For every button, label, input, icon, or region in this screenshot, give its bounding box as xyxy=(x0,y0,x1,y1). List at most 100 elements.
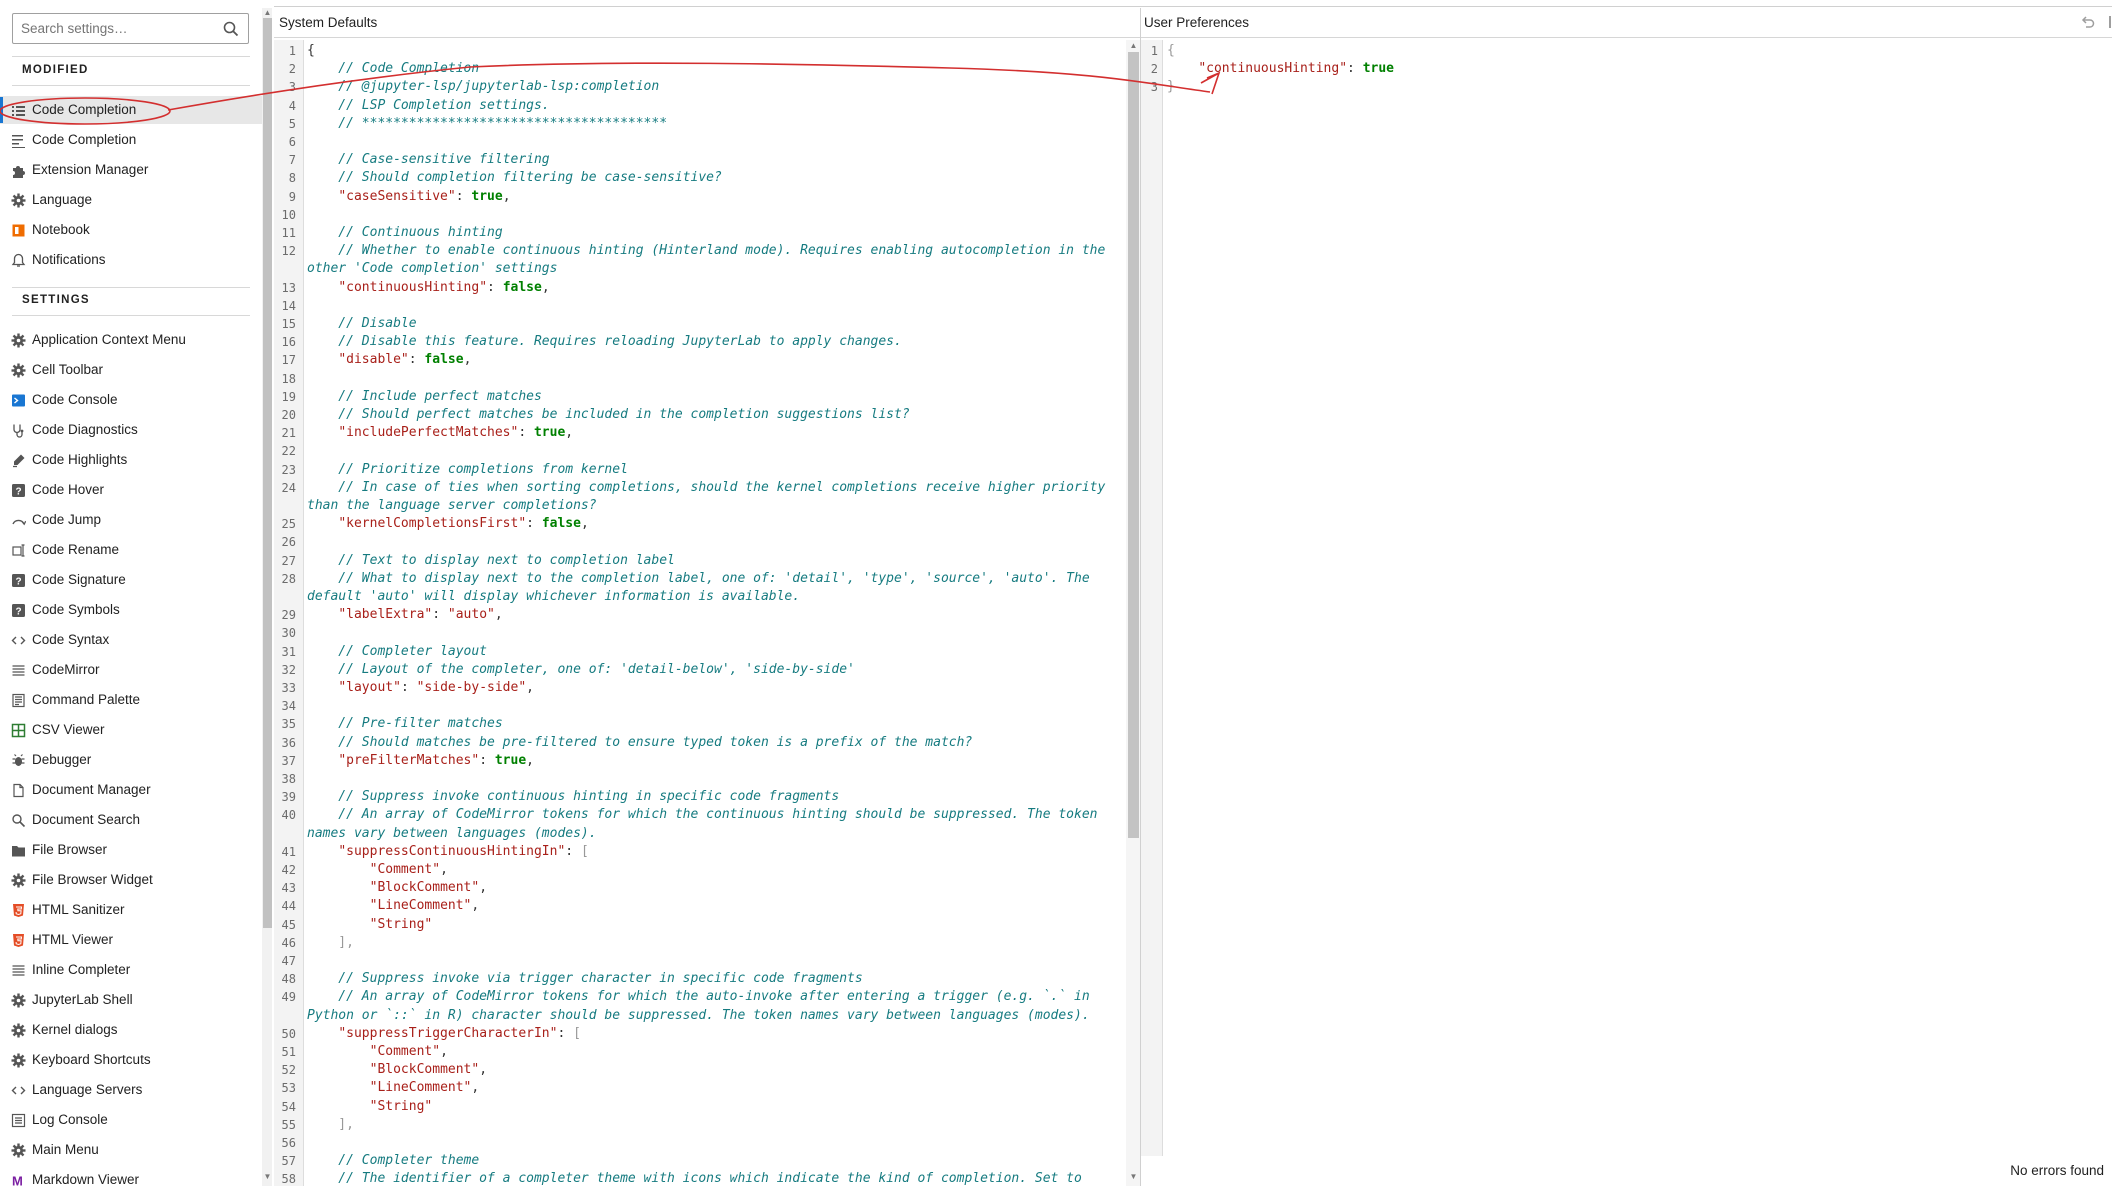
code-line[interactable]: "labelExtra": "auto", xyxy=(307,606,502,624)
code-line[interactable]: "suppressTriggerCharacterIn": [ xyxy=(307,1025,581,1043)
code-line[interactable]: // An array of CodeMirror tokens for whi… xyxy=(307,988,1089,1006)
code-line[interactable]: // *************************************… xyxy=(307,115,667,133)
code-line[interactable]: // Should completion filtering be case-s… xyxy=(307,169,722,187)
code-line[interactable]: "disable": false, xyxy=(307,351,471,369)
code-line[interactable]: // Should perfect matches be included in… xyxy=(307,406,909,424)
sidebar-item-main-menu[interactable]: Main Menu xyxy=(0,1136,262,1164)
sidebar-scrollbar-thumb[interactable] xyxy=(263,18,272,928)
code-line[interactable]: // In case of ties when sorting completi… xyxy=(307,479,1105,497)
sidebar-item-html-sanitizer[interactable]: HTML Sanitizer xyxy=(0,896,262,924)
sidebar-item-keyboard-shortcuts[interactable]: Keyboard Shortcuts xyxy=(0,1046,262,1074)
sidebar-item-code-diagnostics[interactable]: Code Diagnostics xyxy=(0,416,262,444)
sidebar-item-cell-toolbar[interactable]: Cell Toolbar xyxy=(0,356,262,384)
code-line[interactable]: "kernelCompletionsFirst": false, xyxy=(307,515,588,533)
code-line[interactable]: // Text to display next to completion la… xyxy=(307,552,675,570)
sidebar-item-code-console[interactable]: Code Console xyxy=(0,386,262,414)
code-line[interactable]: "preFilterMatches": true, xyxy=(307,752,534,770)
sidebar-item-extension-manager[interactable]: Extension Manager xyxy=(0,156,262,184)
sidebar-item-debugger[interactable]: Debugger xyxy=(0,746,262,774)
sidebar-item-command-palette[interactable]: Command Palette xyxy=(0,686,262,714)
sidebar-item-code-rename[interactable]: Code Rename xyxy=(0,536,262,564)
code-line[interactable]: { xyxy=(1167,42,1175,60)
code-line[interactable]: // Suppress invoke via trigger character… xyxy=(307,970,862,988)
code-line[interactable]: names vary between languages (modes). xyxy=(307,825,597,843)
sidebar-item-markdown-viewer[interactable]: M Markdown Viewer xyxy=(0,1166,262,1186)
sidebar-item-code-highlights[interactable]: Code Highlights xyxy=(0,446,262,474)
sidebar-item-code-jump[interactable]: Code Jump xyxy=(0,506,262,534)
code-line[interactable]: other 'Code completion' settings xyxy=(307,260,557,278)
code-line[interactable]: "caseSensitive": true, xyxy=(307,188,510,206)
code-line[interactable]: "Comment", xyxy=(307,1043,448,1061)
code-line[interactable]: // The identifier of a completer theme w… xyxy=(307,1170,1082,1186)
sidebar-item-file-browser[interactable]: File Browser xyxy=(0,836,262,864)
code-line[interactable]: // Disable this feature. Requires reload… xyxy=(307,333,902,351)
code-line[interactable]: // Layout of the completer, one of: 'det… xyxy=(307,661,855,679)
sidebar-item-jupyterlab-shell[interactable]: JupyterLab Shell xyxy=(0,986,262,1014)
code-line[interactable]: // What to display next to the completio… xyxy=(307,570,1089,588)
code-line[interactable]: // Include perfect matches xyxy=(307,388,542,406)
sidebar-item-code-signature[interactable]: ? Code Signature xyxy=(0,566,262,594)
code-line[interactable]: than the language server completions? xyxy=(307,497,597,515)
code-line[interactable]: "BlockComment", xyxy=(307,1061,487,1079)
sidebar-item-document-manager[interactable]: Document Manager xyxy=(0,776,262,804)
code-line[interactable]: // Prioritize completions from kernel xyxy=(307,461,628,479)
code-line[interactable]: { xyxy=(307,42,315,60)
code-line[interactable]: "continuousHinting": false, xyxy=(307,279,549,297)
code-line[interactable]: // Continuous hinting xyxy=(307,224,502,242)
code-line[interactable]: // Completer layout xyxy=(307,643,487,661)
code-line[interactable]: // An array of CodeMirror tokens for whi… xyxy=(307,806,1097,824)
code-line[interactable]: "LineComment", xyxy=(307,1079,480,1097)
code-line[interactable]: "Comment", xyxy=(307,861,448,879)
sidebar-item-code-symbols[interactable]: ? Code Symbols xyxy=(0,596,262,624)
search-settings-input[interactable] xyxy=(21,19,221,38)
search-icon[interactable] xyxy=(222,20,240,38)
code-line[interactable]: "String" xyxy=(307,1098,433,1116)
code-line[interactable]: // Should matches be pre-filtered to ens… xyxy=(307,734,972,752)
sidebar-item-html-viewer[interactable]: HTML Viewer xyxy=(0,926,262,954)
sidebar-item-code-completion[interactable]: Code Completion xyxy=(0,126,262,154)
code-line[interactable]: // LSP Completion settings. xyxy=(307,97,549,115)
code-line[interactable]: // @jupyter-lsp/jupyterlab-lsp:completio… xyxy=(307,78,659,96)
code-line[interactable]: // Disable xyxy=(307,315,416,333)
code-line[interactable]: // Pre-filter matches xyxy=(307,715,502,733)
sidebar-item-inline-completer[interactable]: Inline Completer xyxy=(0,956,262,984)
code-line[interactable]: // Whether to enable continuous hinting … xyxy=(307,242,1105,260)
sidebar-item-csv-viewer[interactable]: CSV Viewer xyxy=(0,716,262,744)
code-line[interactable]: "layout": "side-by-side", xyxy=(307,679,534,697)
code-line[interactable]: // Code Completion xyxy=(307,60,479,78)
code-line[interactable]: "includePerfectMatches": true, xyxy=(307,424,573,442)
sidebar-item-code-syntax[interactable]: Code Syntax xyxy=(0,626,262,654)
editor-scrollbar-thumb[interactable] xyxy=(1128,52,1139,838)
code-line[interactable]: ], xyxy=(307,1116,354,1134)
undo-icon[interactable] xyxy=(2080,14,2096,30)
sidebar-scroll-down-arrow[interactable]: ▼ xyxy=(263,1172,272,1181)
code-line[interactable]: // Completer theme xyxy=(307,1152,479,1170)
sidebar-item-application-context-menu[interactable]: Application Context Menu xyxy=(0,326,262,354)
sidebar-scroll-up-arrow[interactable]: ▲ xyxy=(263,8,272,17)
code-line[interactable]: default 'auto' will display whichever in… xyxy=(307,588,800,606)
sidebar-item-codemirror[interactable]: CodeMirror xyxy=(0,656,262,684)
sidebar-item-notifications[interactable]: Notifications xyxy=(0,246,262,274)
code-line[interactable]: "suppressContinuousHintingIn": [ xyxy=(307,843,588,861)
sidebar-item-document-search[interactable]: Document Search xyxy=(0,806,262,834)
sidebar-item-notebook[interactable]: Notebook xyxy=(0,216,262,244)
more-icon[interactable] xyxy=(2104,15,2112,29)
sidebar-item-log-console[interactable]: Log Console xyxy=(0,1106,262,1134)
code-line[interactable]: "continuousHinting": true xyxy=(1167,60,1394,78)
code-line[interactable]: // Suppress invoke continuous hinting in… xyxy=(307,788,839,806)
code-line[interactable]: } xyxy=(1167,78,1175,96)
sidebar-item-language[interactable]: Language xyxy=(0,186,262,214)
code-line[interactable]: "String" xyxy=(307,916,433,934)
code-line[interactable]: Python or `::` in R) character should be… xyxy=(307,1007,1090,1025)
sidebar-item-file-browser-widget[interactable]: File Browser Widget xyxy=(0,866,262,894)
editor-scroll-down-arrow[interactable]: ▼ xyxy=(1128,1172,1139,1182)
sidebar-item-code-completion[interactable]: Code Completion xyxy=(0,96,262,124)
sidebar-item-language-servers[interactable]: Language Servers xyxy=(0,1076,262,1104)
code-line[interactable]: "LineComment", xyxy=(307,897,480,915)
search-settings-box[interactable] xyxy=(12,13,249,44)
sidebar-item-code-hover[interactable]: ? Code Hover xyxy=(0,476,262,504)
sidebar-item-kernel-dialogs[interactable]: Kernel dialogs xyxy=(0,1016,262,1044)
code-line[interactable]: ], xyxy=(307,934,354,952)
code-line[interactable]: // Case-sensitive filtering xyxy=(307,151,549,169)
code-line[interactable]: "BlockComment", xyxy=(307,879,487,897)
